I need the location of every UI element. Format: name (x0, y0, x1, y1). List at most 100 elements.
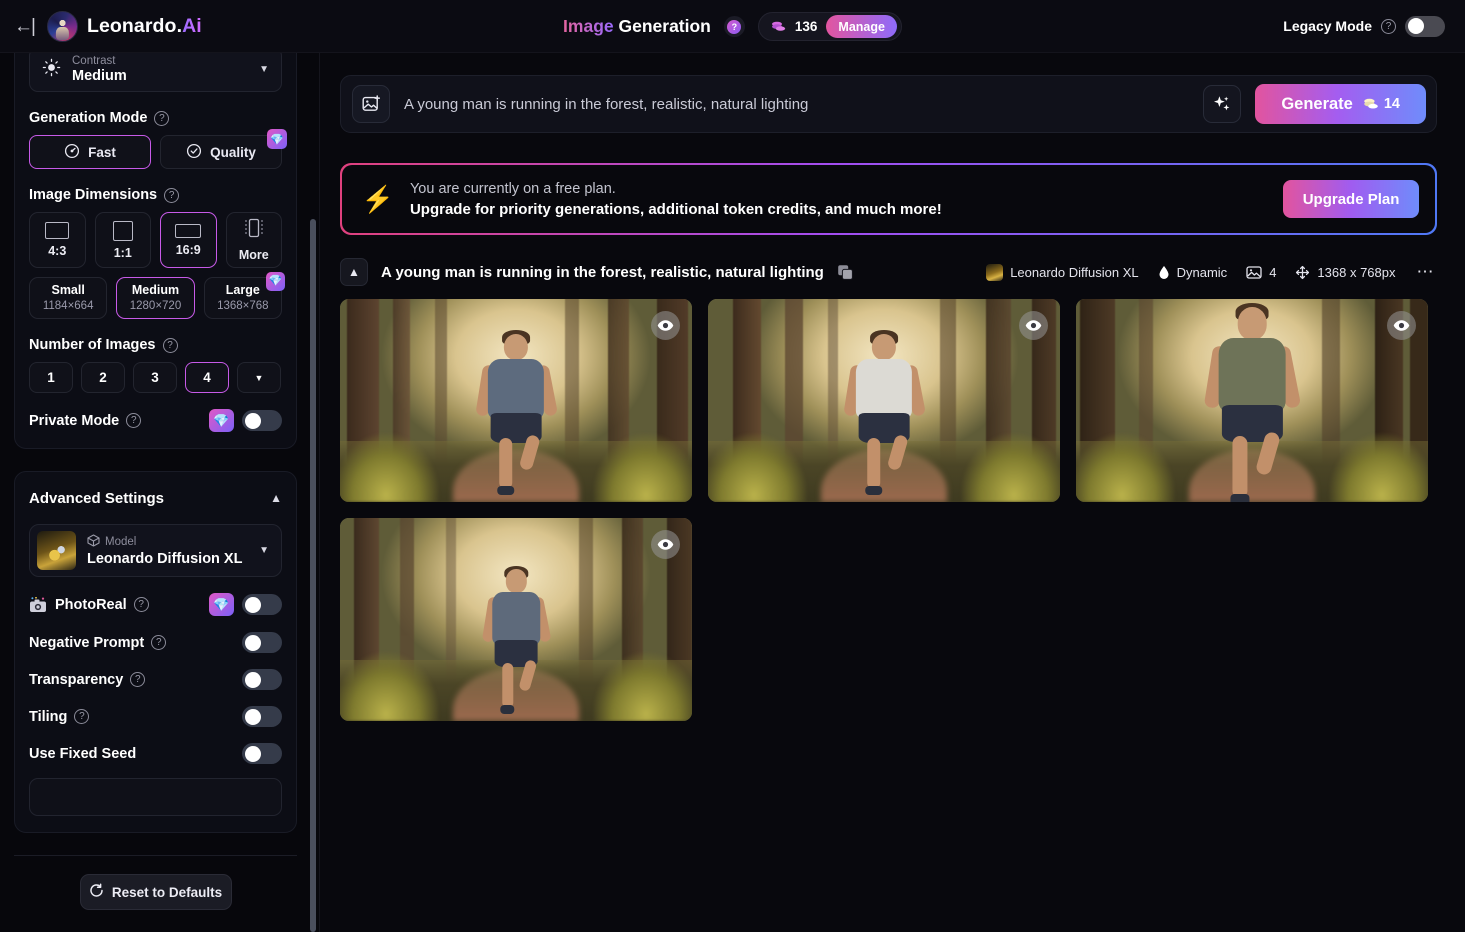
eye-icon[interactable] (651, 530, 680, 559)
toggle-knob (245, 413, 261, 429)
model-value: Leonardo Diffusion XL (87, 551, 242, 568)
generated-image (1076, 299, 1428, 502)
tiling-controls (242, 706, 282, 727)
model-selector[interactable]: Model Leonardo Diffusion XL ▼ (29, 524, 282, 577)
private-mode-help-icon[interactable]: ? (126, 413, 141, 428)
eye-icon[interactable] (1019, 311, 1048, 340)
top-bar-left: ←| Leonardo.Ai (0, 11, 320, 42)
generate-button[interactable]: Generate 14 (1255, 84, 1426, 124)
private-mode-toggle[interactable] (242, 410, 282, 431)
aspect-ratio-4-3[interactable]: 4:3 (29, 212, 86, 268)
meta-model[interactable]: Leonardo Diffusion XL (986, 264, 1138, 281)
generation-mode-quality[interactable]: Quality 💎 (160, 135, 282, 169)
image-runner (1197, 307, 1306, 502)
generated-images-grid (340, 299, 1437, 721)
sidebar-scrollbar-track[interactable] (310, 53, 316, 932)
ratio-glyph-16-9 (175, 224, 201, 238)
upgrade-banner: ⚡ You are currently on a free plan. Upgr… (340, 163, 1437, 235)
use-fixed-seed-label: Use Fixed Seed (29, 746, 136, 762)
generate-cost: 14 (1363, 96, 1400, 112)
upgrade-banner-inner: ⚡ You are currently on a free plan. Upgr… (342, 165, 1436, 234)
brand-logo-text: Leonardo.Ai (87, 15, 202, 38)
aspect-ratio-16-9[interactable]: 16:9 (160, 212, 217, 268)
advanced-settings-header[interactable]: Advanced Settings ▲ (29, 472, 282, 524)
copy-icon[interactable] (837, 264, 854, 281)
generation-mode-quality-label: Quality (210, 145, 256, 160)
image-dimensions-help-icon[interactable]: ? (164, 188, 179, 203)
result-prompt-text: A young man is running in the forest, re… (381, 264, 824, 281)
num-images-3[interactable]: 3 (133, 362, 177, 393)
legacy-help-icon[interactable]: ? (1381, 19, 1396, 34)
result-more-menu[interactable]: ⋯ (1415, 262, 1438, 282)
tiling-toggle[interactable] (242, 706, 282, 727)
avatar[interactable] (47, 11, 78, 42)
generated-image (708, 299, 1060, 502)
meta-count[interactable]: 4 (1246, 265, 1276, 280)
use-fixed-seed-toggle[interactable] (242, 743, 282, 764)
photoreal-help-icon[interactable]: ? (134, 597, 149, 612)
size-small[interactable]: Small 1184×664 (29, 277, 107, 319)
generation-mode-fast[interactable]: Fast (29, 135, 151, 169)
premium-gem-icon: 💎 (266, 272, 285, 291)
manage-button[interactable]: Manage (826, 15, 897, 38)
image-foliage-right (1329, 433, 1428, 502)
sidebar-scrollbar-thumb[interactable] (310, 219, 316, 932)
upgrade-plan-button[interactable]: Upgrade Plan (1283, 180, 1420, 218)
meta-count-label: 4 (1269, 265, 1276, 280)
speed-gauge-icon (64, 143, 80, 162)
number-of-images-help-icon[interactable]: ? (163, 338, 178, 353)
reset-to-defaults-button[interactable]: Reset to Defaults (80, 874, 232, 910)
size-small-dims: 1184×664 (43, 299, 94, 313)
eye-icon[interactable] (651, 311, 680, 340)
banner-line-2: Upgrade for priority generations, additi… (410, 201, 942, 218)
generated-image-card[interactable] (708, 299, 1060, 502)
num-images-1[interactable]: 1 (29, 362, 73, 393)
aspect-ratio-more[interactable]: More (226, 212, 283, 268)
negative-prompt-help-icon[interactable]: ? (151, 635, 166, 650)
chevron-up-icon: ▲ (270, 491, 282, 505)
meta-size[interactable]: 1368 x 768px (1295, 265, 1395, 280)
top-bar: ←| Leonardo.Ai Image Generation ? 136 Ma… (0, 0, 1465, 53)
negative-prompt-toggle[interactable] (242, 632, 282, 653)
generated-image-card[interactable] (1076, 299, 1428, 502)
image-foliage-left (340, 652, 439, 721)
model-thumbnail (986, 264, 1003, 281)
chevron-down-icon: ▼ (259, 64, 269, 75)
generated-image-card[interactable] (340, 299, 692, 502)
reset-icon (89, 883, 104, 901)
arrow-up-icon[interactable]: ▲ (340, 258, 368, 286)
aspect-ratio-1-1[interactable]: 1:1 (95, 212, 152, 268)
num-images-2[interactable]: 2 (81, 362, 125, 393)
settings-sidebar: Contrast Medium ▼ Generation Mode ? (0, 53, 320, 932)
size-medium[interactable]: Medium 1280×720 (116, 277, 194, 319)
move-resize-icon (1295, 265, 1310, 280)
prompt-input[interactable]: A young man is running in the forest, re… (404, 96, 1189, 113)
page-help-icon[interactable]: ? (724, 16, 745, 37)
sparkles-icon[interactable] (1203, 85, 1241, 123)
contrast-dropdown[interactable]: Contrast Medium ▼ (29, 53, 282, 92)
page-title-rest: Generation (614, 16, 711, 36)
seed-input[interactable] (29, 778, 282, 816)
num-images-more-dropdown[interactable]: ▼ (237, 362, 281, 393)
transparency-toggle[interactable] (242, 669, 282, 690)
photoreal-toggle[interactable] (242, 594, 282, 615)
tiling-help-icon[interactable]: ? (74, 709, 89, 724)
sidebar-scroll-content: Contrast Medium ▼ Generation Mode ? (0, 53, 319, 932)
generated-image (340, 518, 692, 721)
premium-gem-icon: 💎 (209, 409, 234, 432)
back-arrow-icon[interactable]: ←| (10, 15, 38, 38)
eye-icon[interactable] (1387, 311, 1416, 340)
generated-image (340, 299, 692, 502)
legacy-mode-toggle[interactable] (1405, 16, 1445, 37)
camera-icon (29, 597, 47, 613)
meta-preset[interactable]: Dynamic (1158, 265, 1228, 280)
size-large[interactable]: Large 1368×768 💎 (204, 277, 282, 319)
image-add-icon[interactable] (352, 85, 390, 123)
transparency-help-icon[interactable]: ? (130, 672, 145, 687)
upgrade-banner-texts: You are currently on a free plan. Upgrad… (410, 181, 942, 218)
toggle-knob (245, 597, 261, 613)
generated-image-card[interactable] (340, 518, 692, 721)
generation-mode-fast-label: Fast (88, 145, 116, 160)
num-images-4[interactable]: 4 (185, 362, 229, 393)
generation-mode-help-icon[interactable]: ? (154, 111, 169, 126)
